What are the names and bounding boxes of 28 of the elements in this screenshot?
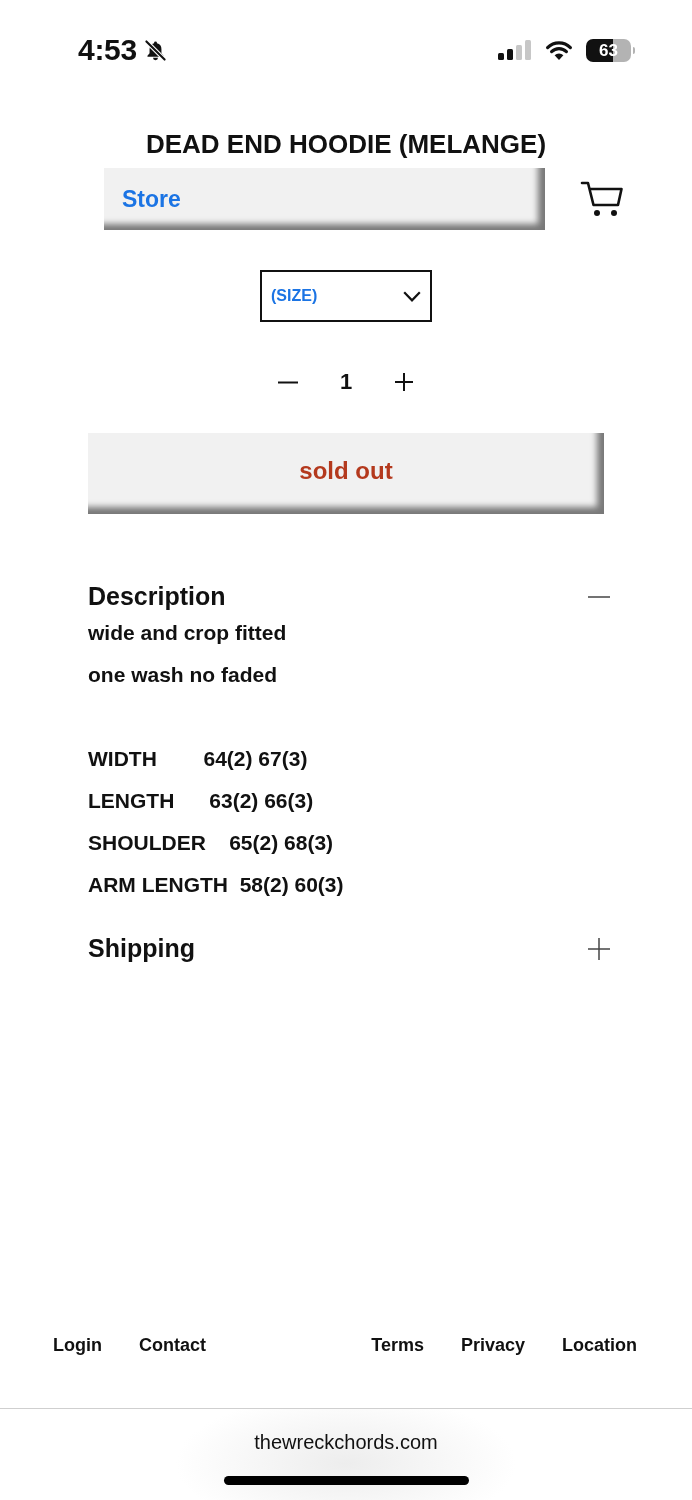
minus-icon [278, 380, 298, 384]
footer-link[interactable]: Login [53, 1334, 102, 1356]
quantity-value: 1 [338, 369, 354, 395]
section-title[interactable]: Shipping [88, 933, 195, 964]
footer-link[interactable]: Privacy [460, 1334, 525, 1356]
url-text[interactable]: thewreckchords.com [254, 1431, 438, 1453]
section-title[interactable]: Description [88, 581, 226, 612]
product-title: DEAD END HOODIE (MELANGE) [145, 128, 547, 160]
store-link[interactable]: Store [122, 185, 181, 213]
size-select[interactable]: (SIZE) [260, 270, 432, 322]
plus-icon [395, 373, 413, 391]
wifi-icon [544, 39, 574, 61]
status-time: 4:53 [78, 33, 137, 67]
cart-icon[interactable] [580, 180, 624, 218]
footer-link[interactable]: Contact [139, 1334, 206, 1356]
size-spec-text: SHOULDER 65(2) 68(3) [88, 830, 335, 856]
description-text: wide and crop fitted [88, 620, 288, 646]
chevron-down-icon [403, 290, 421, 302]
sold-out-button[interactable]: sold out [88, 433, 604, 514]
footer-link[interactable]: Terms [371, 1334, 424, 1356]
size-spec-text: WIDTH 64(2) 67(3) [88, 746, 309, 772]
signal-icon [498, 40, 532, 60]
size-spec-text: LENGTH 63(2) 66(3) [88, 788, 315, 814]
minus-icon[interactable] [588, 595, 610, 598]
footer-link[interactable]: Location [562, 1334, 637, 1356]
plus-icon[interactable] [588, 937, 610, 960]
description-text: one wash no faded [88, 662, 279, 688]
size-spec-text: ARM LENGTH 58(2) 60(3) [88, 872, 345, 898]
